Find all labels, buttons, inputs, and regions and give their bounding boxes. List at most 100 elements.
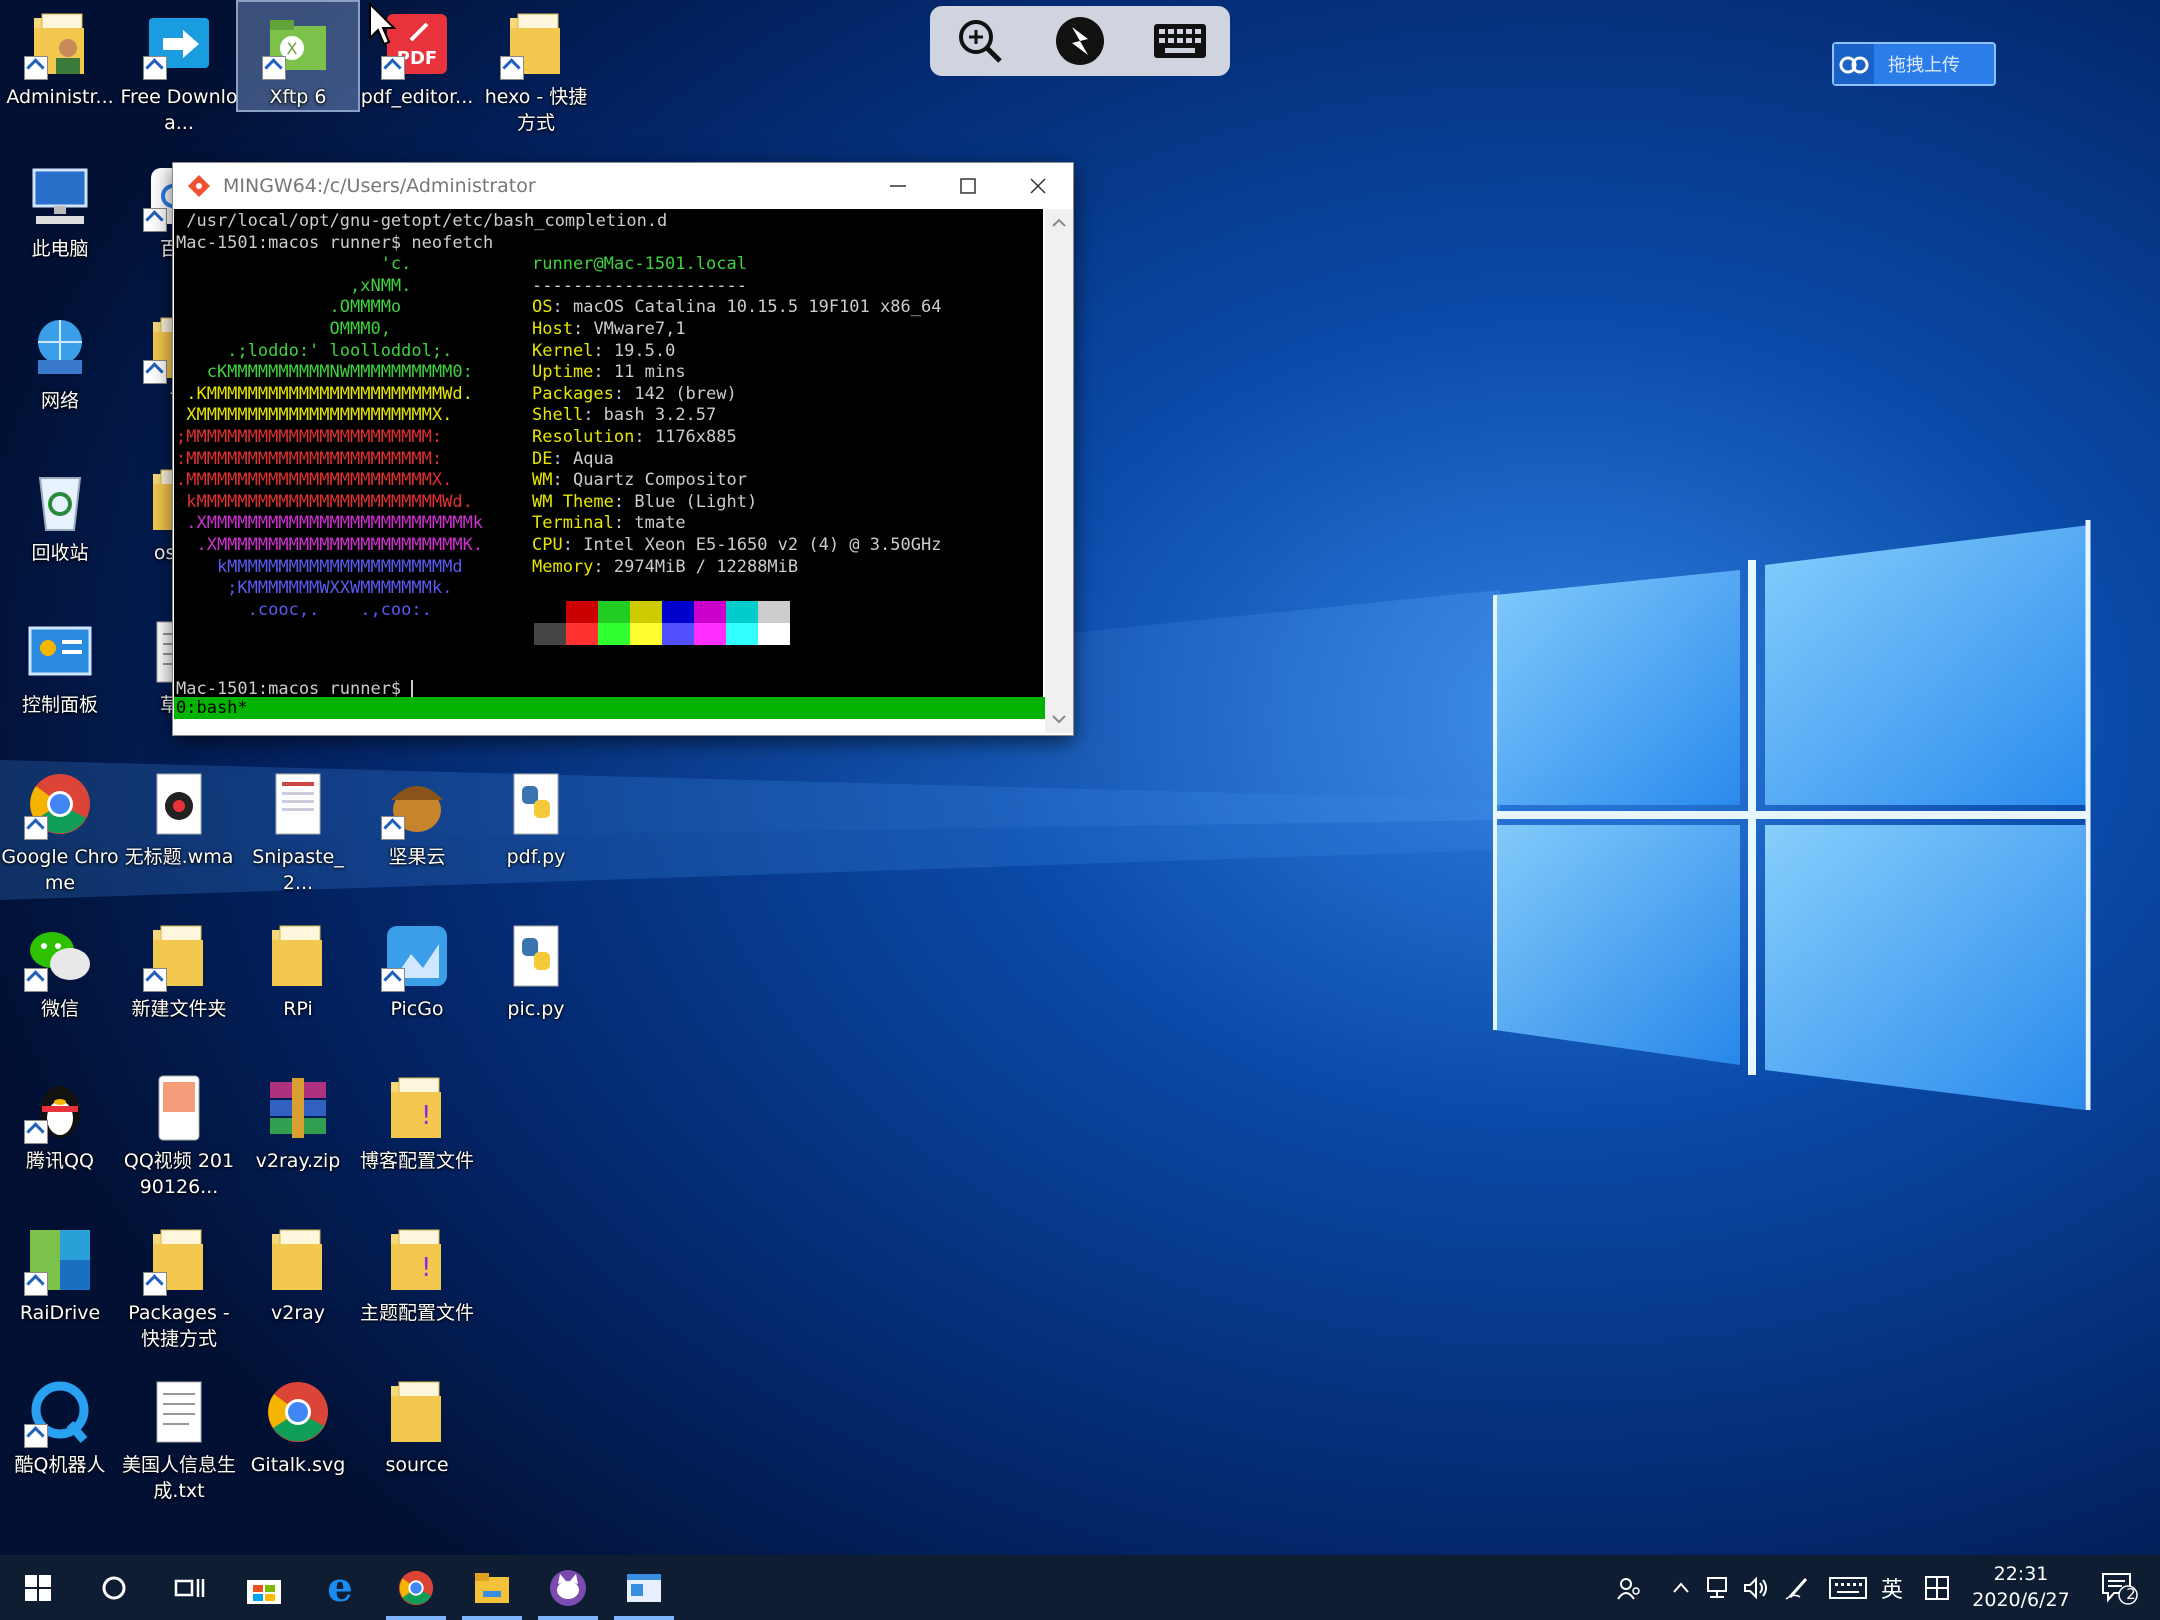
folder-icon xyxy=(262,920,334,992)
info-key: DE xyxy=(532,448,553,469)
desktop-icon-picgo[interactable]: PicGo xyxy=(357,914,477,1022)
desktop-icon-newfolder[interactable]: 新建文件夹 xyxy=(119,914,239,1022)
remote-connection-button[interactable] xyxy=(1052,13,1108,69)
info-value: 11 mins xyxy=(613,362,686,383)
desktop-icon-recycle[interactable]: 回收站 xyxy=(0,458,120,566)
info-row: WM: Quartz Compositor xyxy=(532,470,747,492)
zoom-in-button[interactable] xyxy=(952,13,1008,69)
desktop-icon-fdm[interactable]: Free Downloa... xyxy=(119,2,239,136)
info-row: Resolution: 1176x885 xyxy=(532,427,737,449)
keyboard-button[interactable] xyxy=(1152,13,1208,69)
terminal-scrollbar[interactable] xyxy=(1045,209,1073,733)
palette-swatch xyxy=(758,601,790,623)
raidrive-icon xyxy=(24,1224,96,1296)
cat-app-taskbar-button[interactable] xyxy=(530,1555,606,1620)
desktop-icon-label: PicGo xyxy=(390,998,444,1020)
desktop-icon-v2ray[interactable]: v2ray xyxy=(238,1218,358,1326)
info-colon: : xyxy=(572,319,594,339)
desktop-icon-jianguoyun[interactable]: 坚果云 xyxy=(357,762,477,870)
desktop-icon-pdfpy[interactable]: pdf.py xyxy=(476,762,596,870)
remote-desktop-toolbar xyxy=(930,6,1230,76)
desktop-icon-hexo[interactable]: hexo - 快捷方式 xyxy=(476,2,596,136)
desktop-icon-admin[interactable]: Administr... xyxy=(0,2,120,110)
scroll-down-icon[interactable] xyxy=(1045,709,1073,729)
minimize-button[interactable] xyxy=(863,163,933,209)
maximize-icon xyxy=(960,178,976,194)
terminal-output[interactable]: /usr/local/opt/gnu-getopt/etc/bash_compl… xyxy=(174,209,1043,697)
pen-workspace-button[interactable] xyxy=(1780,1555,1816,1620)
desktop-icon-blogconfig[interactable]: ! 博客配置文件 xyxy=(357,1066,477,1174)
baidu-upload-label: 拖拽上传 xyxy=(1888,55,1960,76)
terminal-line-path: /usr/local/opt/gnu-getopt/etc/bash_compl… xyxy=(176,211,668,231)
logo-line: .XMMMMMMMMMMMMMMMMMMMMMMMMK. xyxy=(176,535,484,555)
desktop-icon-label: Administr... xyxy=(6,86,114,108)
file-explorer-taskbar-button[interactable] xyxy=(454,1555,530,1620)
desktop-icon-wechat[interactable]: 微信 xyxy=(0,914,120,1022)
desktop-icon-packages[interactable]: Packages - 快捷方式 xyxy=(119,1218,239,1352)
desktop-icon-gitalk[interactable]: Gitalk.svg xyxy=(238,1370,358,1478)
start-button[interactable] xyxy=(0,1555,76,1620)
desktop-icon-rpi[interactable]: RPi xyxy=(238,914,358,1022)
info-value: Quartz Compositor xyxy=(572,470,747,491)
desktop-icon-snipaste[interactable]: Snipaste_2... xyxy=(238,762,358,896)
ime-mode-button[interactable] xyxy=(1918,1555,1956,1620)
logo-line: .KMMMMMMMMMMMMMMMMMMMMMMMWd. xyxy=(176,383,473,404)
desktop-icon-label: 网络 xyxy=(40,390,79,412)
info-key: OS xyxy=(532,297,553,318)
touch-keyboard-button[interactable] xyxy=(1826,1555,1870,1620)
desktop-icon-v2rayzip[interactable]: v2ray.zip xyxy=(238,1066,358,1174)
desktop-icon-wma[interactable]: 无标题.wma xyxy=(119,762,239,870)
task-view-button[interactable] xyxy=(152,1555,228,1620)
svg-text:!: ! xyxy=(421,1101,431,1131)
desktop-icon-network[interactable]: 网络 xyxy=(0,306,120,414)
terminal-titlebar[interactable]: MINGW64:/c/Users/Administrator xyxy=(173,163,1073,209)
close-button[interactable] xyxy=(1003,163,1073,209)
desktop-icon-label: Google Chrome xyxy=(1,846,119,894)
picgo-icon xyxy=(381,920,453,992)
maximize-button[interactable] xyxy=(933,163,1003,209)
desktop-icon-kuq[interactable]: 酷Q机器人 xyxy=(0,1370,120,1478)
desktop-icon-qq[interactable]: 腾讯QQ xyxy=(0,1066,120,1174)
desktop-icon-control[interactable]: 控制面板 xyxy=(0,610,120,718)
desktop-icon-label: Packages - 快捷方式 xyxy=(128,1302,230,1350)
edge-taskbar-button[interactable]: e xyxy=(302,1555,378,1620)
terminal-prompt[interactable]: Mac-1501:macos runner$ xyxy=(176,679,414,697)
volume-tray-button[interactable] xyxy=(1740,1555,1774,1620)
folder-icon xyxy=(262,1224,334,1296)
show-hidden-icons-button[interactable] xyxy=(1666,1555,1696,1620)
people-tray-button[interactable] xyxy=(1610,1555,1648,1620)
baidu-drag-upload-button[interactable]: 拖拽上传 xyxy=(1832,42,1996,86)
desktop-icon-xftp[interactable]: X Xftp 6 xyxy=(236,0,360,112)
desktop-icon-qqvideo[interactable]: QQ视频 20190126... xyxy=(119,1066,239,1200)
desktop-icon-label: Snipaste_2... xyxy=(252,846,344,894)
desktop-icon-picpy[interactable]: pic.py xyxy=(476,914,596,1022)
chrome-taskbar-button[interactable] xyxy=(378,1555,454,1620)
action-center-button[interactable]: 2 xyxy=(2094,1555,2144,1620)
palette-swatch xyxy=(726,601,758,623)
info-colon: : xyxy=(552,297,573,318)
desktop-icon-thispc[interactable]: 此电脑 xyxy=(0,154,120,262)
coolq-icon xyxy=(24,1376,96,1448)
terminal-window[interactable]: MINGW64:/c/Users/Administrator /usr/loca… xyxy=(172,162,1074,736)
store-taskbar-button[interactable] xyxy=(226,1555,302,1620)
network-tray-button[interactable] xyxy=(1702,1555,1736,1620)
desktop-icon-usinfo[interactable]: 美国人信息生成.txt xyxy=(119,1370,239,1504)
terminal-taskbar-button[interactable] xyxy=(606,1555,682,1620)
keyboard-icon xyxy=(1829,1576,1867,1599)
ime-language-button[interactable]: 英 xyxy=(1874,1555,1910,1620)
scroll-up-icon[interactable] xyxy=(1045,213,1073,233)
chrome-icon xyxy=(398,1570,434,1605)
shortcut-arrow-icon xyxy=(24,816,48,840)
neofetch-userhost: runner@Mac-1501.local xyxy=(532,254,747,275)
desktop-icon-chrome[interactable]: Google Chrome xyxy=(0,762,120,896)
clock[interactable]: 22:31 2020/6/27 xyxy=(1966,1561,2076,1613)
folder-doc-icon: ! xyxy=(381,1072,453,1144)
folder-shortcut-icon xyxy=(143,1224,215,1296)
info-value: tmate xyxy=(634,513,686,534)
desktop-icon-raidrive[interactable]: RaiDrive xyxy=(0,1218,120,1326)
desktop-icon-source[interactable]: source xyxy=(357,1370,477,1478)
search-circle-icon xyxy=(102,1576,126,1599)
desktop-icon-themeconfig[interactable]: ! 主题配置文件 xyxy=(357,1218,477,1326)
info-colon: : xyxy=(552,470,573,491)
search-button[interactable] xyxy=(76,1555,152,1620)
